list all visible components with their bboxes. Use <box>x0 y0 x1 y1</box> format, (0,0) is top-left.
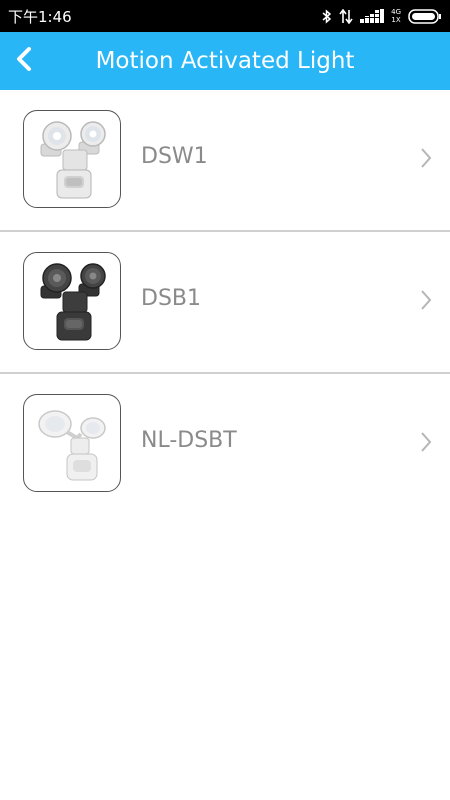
chevron-left-icon <box>15 47 33 75</box>
device-thumbnail <box>23 110 121 208</box>
status-icons: 4G 1X <box>322 8 442 24</box>
back-button[interactable] <box>0 32 48 90</box>
app-bar: Motion Activated Light <box>0 32 450 90</box>
device-label: DSW1 <box>141 144 208 169</box>
bluetooth-icon <box>322 8 332 24</box>
white-motion-light-image <box>40 121 106 199</box>
dark-motion-light-image <box>40 263 106 341</box>
device-thumbnail <box>23 394 121 492</box>
data-arrows-icon <box>339 8 353 24</box>
signal-icon <box>360 9 385 23</box>
device-item-dsw1[interactable]: DSW1 <box>0 90 450 232</box>
chevron-right-icon <box>420 431 432 457</box>
device-thumbnail <box>23 252 121 350</box>
status-bar: 下午1:46 4G 1X <box>0 0 450 32</box>
device-label: NL-DSBT <box>141 428 237 453</box>
device-list: DSW1 DSB1 NL-DSBT <box>0 90 450 514</box>
device-label: DSB1 <box>141 286 201 311</box>
network-type-top: 4G <box>391 8 401 16</box>
device-item-dsb1[interactable]: DSB1 <box>0 232 450 374</box>
network-type: 4G 1X <box>391 8 401 24</box>
network-type-bottom: 1X <box>391 16 401 24</box>
status-time: 下午1:46 <box>8 7 72 26</box>
chevron-right-icon <box>420 147 432 173</box>
page-title: Motion Activated Light <box>95 48 355 74</box>
battery-icon <box>408 8 442 24</box>
chevron-right-icon <box>420 289 432 315</box>
white-motion-light-angled-image <box>38 410 106 481</box>
device-item-nl-dsbt[interactable]: NL-DSBT <box>0 374 450 514</box>
